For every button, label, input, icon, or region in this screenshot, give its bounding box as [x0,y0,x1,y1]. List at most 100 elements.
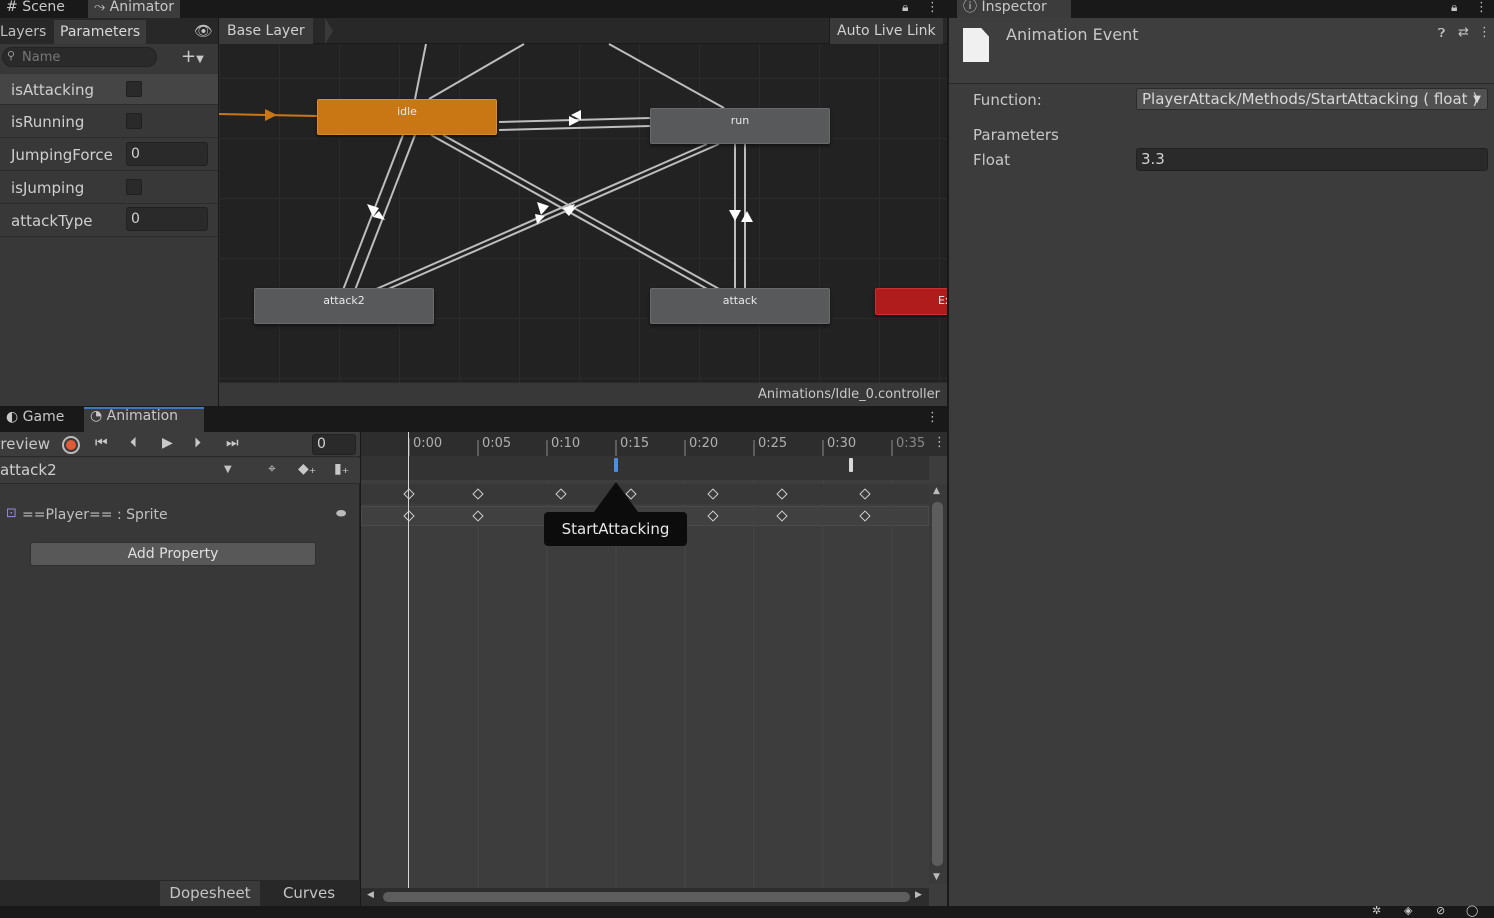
scroll-down-icon[interactable]: ▼ [933,872,940,882]
more-options-icon[interactable]: ⋮ [926,0,939,15]
tab-scene[interactable]: # Scene [0,0,71,18]
ruler-tick-label: 0:25 [758,436,788,451]
horizontal-scroll-thumb[interactable] [383,892,910,902]
playback-toolbar: Preview ⏮ ⏴ ▶ ⏵ ⏭ 0 [0,432,360,457]
divider [0,104,218,105]
scroll-up-icon[interactable]: ▲ [933,486,940,496]
plus-icon: + [181,46,197,67]
snap-icon[interactable]: ⌖ [268,461,276,477]
state-node-attack2[interactable]: attack2 [254,288,434,324]
chevron-down-icon: ▼ [196,54,204,65]
record-button[interactable] [62,436,80,454]
parameter-row[interactable]: isRunning [0,106,218,138]
tab-animation[interactable]: ◔ Animation [84,407,204,432]
clip-selector[interactable]: attack2 ▼ [0,461,238,481]
clock-icon: ◔ [90,408,103,424]
next-keyframe-icon[interactable]: ⏵ [194,435,201,451]
ruler-tick-label: 0:05 [482,436,512,451]
event-track[interactable] [361,456,929,480]
inspector-panel: Animation Event ❓︎ ⇄ ⋮ Function: PlayerA… [949,18,1494,906]
lock-icon[interactable]: 🔒︎ [1451,0,1457,15]
tab-animator[interactable]: ⤳ Animator [88,0,181,18]
parameter-bool-checkbox[interactable] [126,179,142,195]
add-event-icon[interactable]: ▮₊ [334,461,349,477]
add-property-button[interactable]: Add Property [30,542,316,566]
more-options-icon[interactable]: ⋮ [933,435,946,450]
frame-field[interactable]: 0 [312,434,356,455]
add-parameter-button[interactable]: +▼ [181,46,204,67]
scroll-left-icon[interactable]: ◀ [367,890,374,900]
parameter-float-field[interactable]: 0 [126,142,208,166]
summary-keyframe-row[interactable] [361,484,929,504]
animator-graph-canvas[interactable]: Base Layer Auto Live Link idle run attac… [219,18,947,406]
state-node-exit[interactable]: Exit [875,288,947,315]
parameter-int-field[interactable]: 0 [126,207,208,231]
state-node-idle[interactable]: idle [317,99,497,135]
more-options-icon[interactable]: ⋮ [1478,25,1491,40]
property-options-icon[interactable]: ⬬ [336,506,346,521]
search-placeholder: Name [22,50,61,65]
inspector-tab-bar: ⓘ Inspector 🔒︎ ⋮ [947,0,1494,18]
sprite-renderer-icon: ⊡ [6,506,17,521]
parameter-search-input[interactable]: ⚲ Name [2,47,157,67]
lock-icon[interactable]: 🔒︎ [902,0,908,15]
divider [0,236,218,237]
parameter-name: attackType [11,212,93,230]
animator-parameters-pane: Layers Parameters 👁︎ ⚲ Name +▼ isAttacki… [0,18,218,406]
ruler-tick-label: 0:00 [413,436,443,451]
float-input[interactable]: 3.3 [1136,148,1488,171]
parameter-bool-checkbox[interactable] [126,113,142,129]
network-icon[interactable]: ◈ [1404,904,1412,917]
tab-parameters[interactable]: Parameters [54,20,147,44]
progress-icon[interactable]: ◯ [1466,904,1478,917]
vertical-scroll-thumb[interactable] [932,502,943,866]
ruler-tick-label: 0:20 [689,436,719,451]
chevron-down-icon: ▼ [1473,94,1481,105]
previous-keyframe-icon[interactable]: ⏴ [130,435,137,451]
help-icon[interactable]: ❓︎ [1438,26,1445,41]
horizontal-scrollbar[interactable]: ◀ ▶ [361,888,929,906]
bug-icon[interactable]: ✲ [1372,904,1381,917]
parameter-row[interactable]: isJumping [0,172,218,204]
grid-icon: # [6,0,18,15]
playhead[interactable] [408,432,409,888]
first-keyframe-icon[interactable]: ⏮ [95,435,108,451]
function-dropdown[interactable]: PlayerAttack/Methods/StartAttacking ( fl… [1136,88,1488,110]
state-node-run[interactable]: run [650,108,830,144]
dopesheet[interactable]: 0:00 0:05 0:10 0:15 0:20 0:25 0:30 0:35 … [361,432,947,906]
animation-event-marker[interactable] [849,458,853,472]
graph-status-bar: Animations/Idle_0.controller [219,382,947,406]
eye-icon[interactable]: 👁︎ [194,22,213,40]
settings-sliders-icon[interactable]: ⇄ [1458,25,1469,40]
cache-icon[interactable]: ⊘ [1436,904,1445,917]
animation-event-marker-selected[interactable] [614,458,618,472]
last-keyframe-icon[interactable]: ⏭ [226,435,239,451]
tab-dopesheet[interactable]: Dopesheet [160,881,260,906]
tab-curves[interactable]: Curves [262,881,356,906]
parameter-name: isAttacking [11,81,95,99]
preview-toggle[interactable]: Preview [0,435,50,453]
timeline-ruler[interactable]: 0:00 0:05 0:10 0:15 0:20 0:25 0:30 0:35 … [361,432,947,456]
play-icon[interactable]: ▶ [162,435,173,451]
scroll-right-icon[interactable]: ▶ [915,890,922,900]
state-node-attack[interactable]: attack [650,288,830,324]
tab-inspector[interactable]: ⓘ Inspector [957,0,1071,18]
search-icon: ⚲ [7,49,16,62]
more-options-icon[interactable]: ⋮ [1475,0,1488,15]
view-mode-bar: Dopesheet Curves [0,880,360,906]
tab-game[interactable]: ◐ Game [0,410,70,428]
parameter-row[interactable]: JumpingForce 0 [0,139,218,171]
parameter-bool-checkbox[interactable] [126,81,142,97]
parameter-row[interactable]: attackType 0 [0,205,218,237]
clip-name: attack2 [0,461,57,479]
inspector-title: Animation Event [1006,25,1139,44]
record-icon [66,440,76,450]
tab-layers[interactable]: Layers [0,21,50,43]
function-label: Function: [973,91,1042,109]
vertical-scrollbar[interactable]: ▲ ▼ [929,484,947,884]
property-row[interactable]: ⊡ ==Player== : Sprite ⬬ [0,504,360,528]
add-keyframe-icon[interactable]: ◆₊ [298,461,316,477]
more-options-icon[interactable]: ⋮ [926,410,939,425]
parameter-row[interactable]: isAttacking [0,74,218,104]
info-icon: ⓘ [963,0,977,15]
